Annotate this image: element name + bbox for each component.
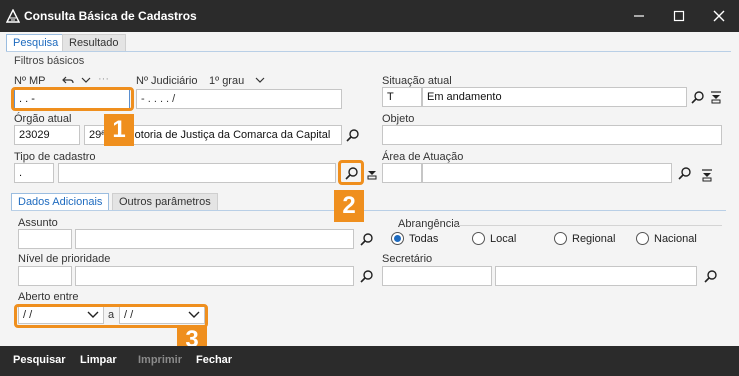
grau-chevron-down-icon[interactable] [252, 72, 268, 88]
objeto-label: Objeto [382, 113, 415, 125]
close-icon [713, 10, 725, 22]
nr-judiciario-input[interactable]: - . . . . / [136, 89, 342, 109]
callout-badge-2: 2 [334, 190, 364, 222]
situacao-search-icon[interactable] [690, 89, 706, 105]
situacao-desc-input[interactable]: Em andamento [422, 87, 687, 107]
limpar-button[interactable]: Limpar [80, 354, 117, 366]
filtros-title: Filtros básicos [14, 55, 85, 67]
aberto-label: Aberto entre [18, 291, 79, 303]
tipo-desc-input[interactable] [58, 163, 336, 183]
situacao-list-icon[interactable] [708, 89, 724, 105]
radio-todas[interactable]: Todas [391, 232, 438, 245]
area-desc-input[interactable] [422, 163, 672, 183]
situacao-label: Situação atual [382, 75, 452, 87]
area-search-icon[interactable] [677, 165, 693, 181]
fechar-button[interactable]: Fechar [196, 354, 232, 366]
tipo-list-icon[interactable] [364, 165, 380, 181]
prioridade-code-input[interactable] [18, 266, 72, 286]
nr-mp-label: Nº MP [14, 75, 46, 87]
callout-box-1 [11, 87, 134, 111]
radio-nacional[interactable]: Nacional [636, 232, 697, 245]
tab-dados-adicionais[interactable]: Dados Adicionais [11, 193, 110, 211]
window-title: Consulta Básica de Cadastros [24, 9, 197, 23]
chevron-down-icon[interactable] [78, 72, 94, 88]
orgao-search-icon[interactable] [345, 127, 361, 143]
abrangencia-divider [458, 225, 722, 226]
area-code-input[interactable] [382, 163, 422, 183]
undo-icon[interactable] [60, 72, 76, 88]
area-list-icon[interactable] [699, 167, 715, 183]
footer-toolbar: Pesquisar Limpar Imprimir Fechar [0, 346, 739, 376]
close-button[interactable] [699, 0, 739, 32]
minimize-button[interactable] [619, 0, 659, 32]
assunto-search-icon[interactable] [359, 231, 375, 247]
minimize-icon [634, 15, 644, 17]
callout-badge-1: 1 [104, 114, 134, 146]
area-label: Área de Atuação [382, 151, 464, 163]
maximize-icon [673, 10, 685, 22]
secretario-code-input[interactable] [382, 266, 492, 286]
pesquisar-button[interactable]: Pesquisar [13, 354, 66, 366]
nr-judiciario-label: Nº Judiciário [136, 75, 198, 87]
tab-divider [6, 51, 731, 52]
assunto-label: Assunto [18, 217, 58, 229]
callout-box-3 [14, 304, 208, 328]
secretario-desc-input[interactable] [495, 266, 697, 286]
tipo-code-input[interactable]: . [14, 163, 54, 183]
radio-regional[interactable]: Regional [554, 232, 615, 245]
assunto-desc-input[interactable] [75, 229, 354, 249]
subtab-divider [11, 210, 726, 211]
app-logo-icon [6, 9, 20, 23]
secretario-search-icon[interactable] [703, 268, 719, 284]
grau-select[interactable]: 1º grau [209, 75, 244, 87]
prioridade-desc-input[interactable] [75, 266, 354, 286]
main-window: Pesquisa Resultado Filtros básicos Nº MP… [0, 32, 739, 354]
prioridade-search-icon[interactable] [359, 268, 375, 284]
tab-outros-parametros[interactable]: Outros parâmetros [112, 193, 218, 211]
orgao-label: Órgão atual [14, 113, 72, 125]
assunto-code-input[interactable] [18, 229, 72, 249]
secretario-label: Secretário [382, 253, 433, 265]
objeto-input[interactable] [382, 125, 722, 145]
tab-pesquisa[interactable]: Pesquisa [6, 34, 66, 52]
prioridade-label: Nível de prioridade [18, 253, 111, 265]
callout-box-2 [338, 160, 364, 185]
abrangencia-label: Abrangência [398, 218, 460, 230]
tab-resultado[interactable]: Resultado [62, 34, 126, 52]
imprimir-button[interactable]: Imprimir [138, 354, 182, 366]
title-bar: Consulta Básica de Cadastros [0, 0, 739, 32]
situacao-code-input[interactable]: T [382, 87, 422, 107]
more-icon[interactable]: ··· [98, 73, 109, 85]
tipo-label: Tipo de cadastro [14, 151, 96, 163]
maximize-button[interactable] [659, 0, 699, 32]
radio-local[interactable]: Local [472, 232, 516, 245]
orgao-code-input[interactable]: 23029 [14, 125, 80, 145]
